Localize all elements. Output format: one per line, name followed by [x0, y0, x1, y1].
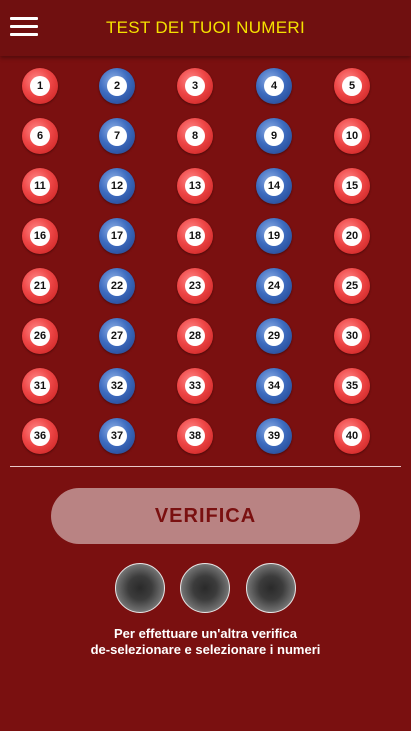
number-label: 32	[107, 376, 127, 396]
number-label: 39	[264, 426, 284, 446]
number-ball-9[interactable]: 9	[256, 118, 292, 154]
number-ball-34[interactable]: 34	[256, 368, 292, 404]
number-ball-25[interactable]: 25	[334, 268, 370, 304]
number-ball-21[interactable]: 21	[22, 268, 58, 304]
number-ball-31[interactable]: 31	[22, 368, 58, 404]
number-ball-24[interactable]: 24	[256, 268, 292, 304]
number-ball-5[interactable]: 5	[334, 68, 370, 104]
number-ball-30[interactable]: 30	[334, 318, 370, 354]
number-label: 16	[30, 226, 50, 246]
number-label: 4	[264, 76, 284, 96]
number-ball-20[interactable]: 20	[334, 218, 370, 254]
number-ball-26[interactable]: 26	[22, 318, 58, 354]
number-label: 37	[107, 426, 127, 446]
number-ball-15[interactable]: 15	[334, 168, 370, 204]
number-ball-40[interactable]: 40	[334, 418, 370, 454]
number-label: 15	[342, 176, 362, 196]
number-ball-10[interactable]: 10	[334, 118, 370, 154]
number-label: 7	[107, 126, 127, 146]
number-label: 1	[30, 76, 50, 96]
number-label: 13	[185, 176, 205, 196]
number-ball-12[interactable]: 12	[99, 168, 135, 204]
number-ball-23[interactable]: 23	[177, 268, 213, 304]
number-ball-39[interactable]: 39	[256, 418, 292, 454]
number-ball-11[interactable]: 11	[22, 168, 58, 204]
verify-button[interactable]: VERIFICA	[51, 488, 360, 544]
number-label: 25	[342, 276, 362, 296]
number-ball-18[interactable]: 18	[177, 218, 213, 254]
number-label: 24	[264, 276, 284, 296]
number-label: 33	[185, 376, 205, 396]
number-label: 18	[185, 226, 205, 246]
number-ball-27[interactable]: 27	[99, 318, 135, 354]
number-label: 31	[30, 376, 50, 396]
number-label: 11	[30, 176, 50, 196]
number-grid: 1 2 3 4 5 6 7 8 9 10 11 12 13 14 15 16 17 18 19 20 21 22 23 24 2…	[10, 68, 401, 454]
number-label: 26	[30, 326, 50, 346]
number-label: 17	[107, 226, 127, 246]
number-label: 22	[107, 276, 127, 296]
result-slot-2	[180, 563, 230, 613]
number-ball-37[interactable]: 37	[99, 418, 135, 454]
number-ball-8[interactable]: 8	[177, 118, 213, 154]
number-label: 20	[342, 226, 362, 246]
number-label: 27	[107, 326, 127, 346]
number-ball-3[interactable]: 3	[177, 68, 213, 104]
number-ball-17[interactable]: 17	[99, 218, 135, 254]
number-label: 21	[30, 276, 50, 296]
number-ball-38[interactable]: 38	[177, 418, 213, 454]
number-label: 5	[342, 76, 362, 96]
number-ball-35[interactable]: 35	[334, 368, 370, 404]
number-label: 28	[185, 326, 205, 346]
result-slot-1	[115, 563, 165, 613]
number-label: 30	[342, 326, 362, 346]
number-ball-22[interactable]: 22	[99, 268, 135, 304]
number-label: 10	[342, 126, 362, 146]
page-title: TEST DEI TUOI NUMERI	[105, 18, 305, 37]
number-ball-4[interactable]: 4	[256, 68, 292, 104]
number-label: 6	[30, 126, 50, 146]
result-slot-3	[246, 563, 296, 613]
number-ball-14[interactable]: 14	[256, 168, 292, 204]
number-ball-19[interactable]: 19	[256, 218, 292, 254]
number-label: 14	[264, 176, 284, 196]
number-label: 29	[264, 326, 284, 346]
number-ball-32[interactable]: 32	[99, 368, 135, 404]
number-ball-2[interactable]: 2	[99, 68, 135, 104]
number-label: 38	[185, 426, 205, 446]
number-label: 8	[185, 126, 205, 146]
number-ball-29[interactable]: 29	[256, 318, 292, 354]
number-label: 34	[264, 376, 284, 396]
number-ball-33[interactable]: 33	[177, 368, 213, 404]
number-label: 23	[185, 276, 205, 296]
divider	[10, 466, 401, 467]
number-ball-36[interactable]: 36	[22, 418, 58, 454]
number-label: 19	[264, 226, 284, 246]
number-label: 2	[107, 76, 127, 96]
info-line-2: de-selezionare e selezionare i numeri	[90, 642, 321, 657]
info-text: Per effettuare un'altra verifica de-sele…	[0, 626, 411, 658]
number-ball-28[interactable]: 28	[177, 318, 213, 354]
number-ball-16[interactable]: 16	[22, 218, 58, 254]
app-header: TEST DEI TUOI NUMERI	[0, 0, 411, 56]
number-label: 40	[342, 426, 362, 446]
number-label: 3	[185, 76, 205, 96]
number-label: 35	[342, 376, 362, 396]
number-ball-7[interactable]: 7	[99, 118, 135, 154]
info-line-1: Per effettuare un'altra verifica	[114, 626, 297, 641]
number-ball-1[interactable]: 1	[22, 68, 58, 104]
number-label: 12	[107, 176, 127, 196]
number-label: 9	[264, 126, 284, 146]
number-ball-6[interactable]: 6	[22, 118, 58, 154]
number-label: 36	[30, 426, 50, 446]
number-ball-13[interactable]: 13	[177, 168, 213, 204]
